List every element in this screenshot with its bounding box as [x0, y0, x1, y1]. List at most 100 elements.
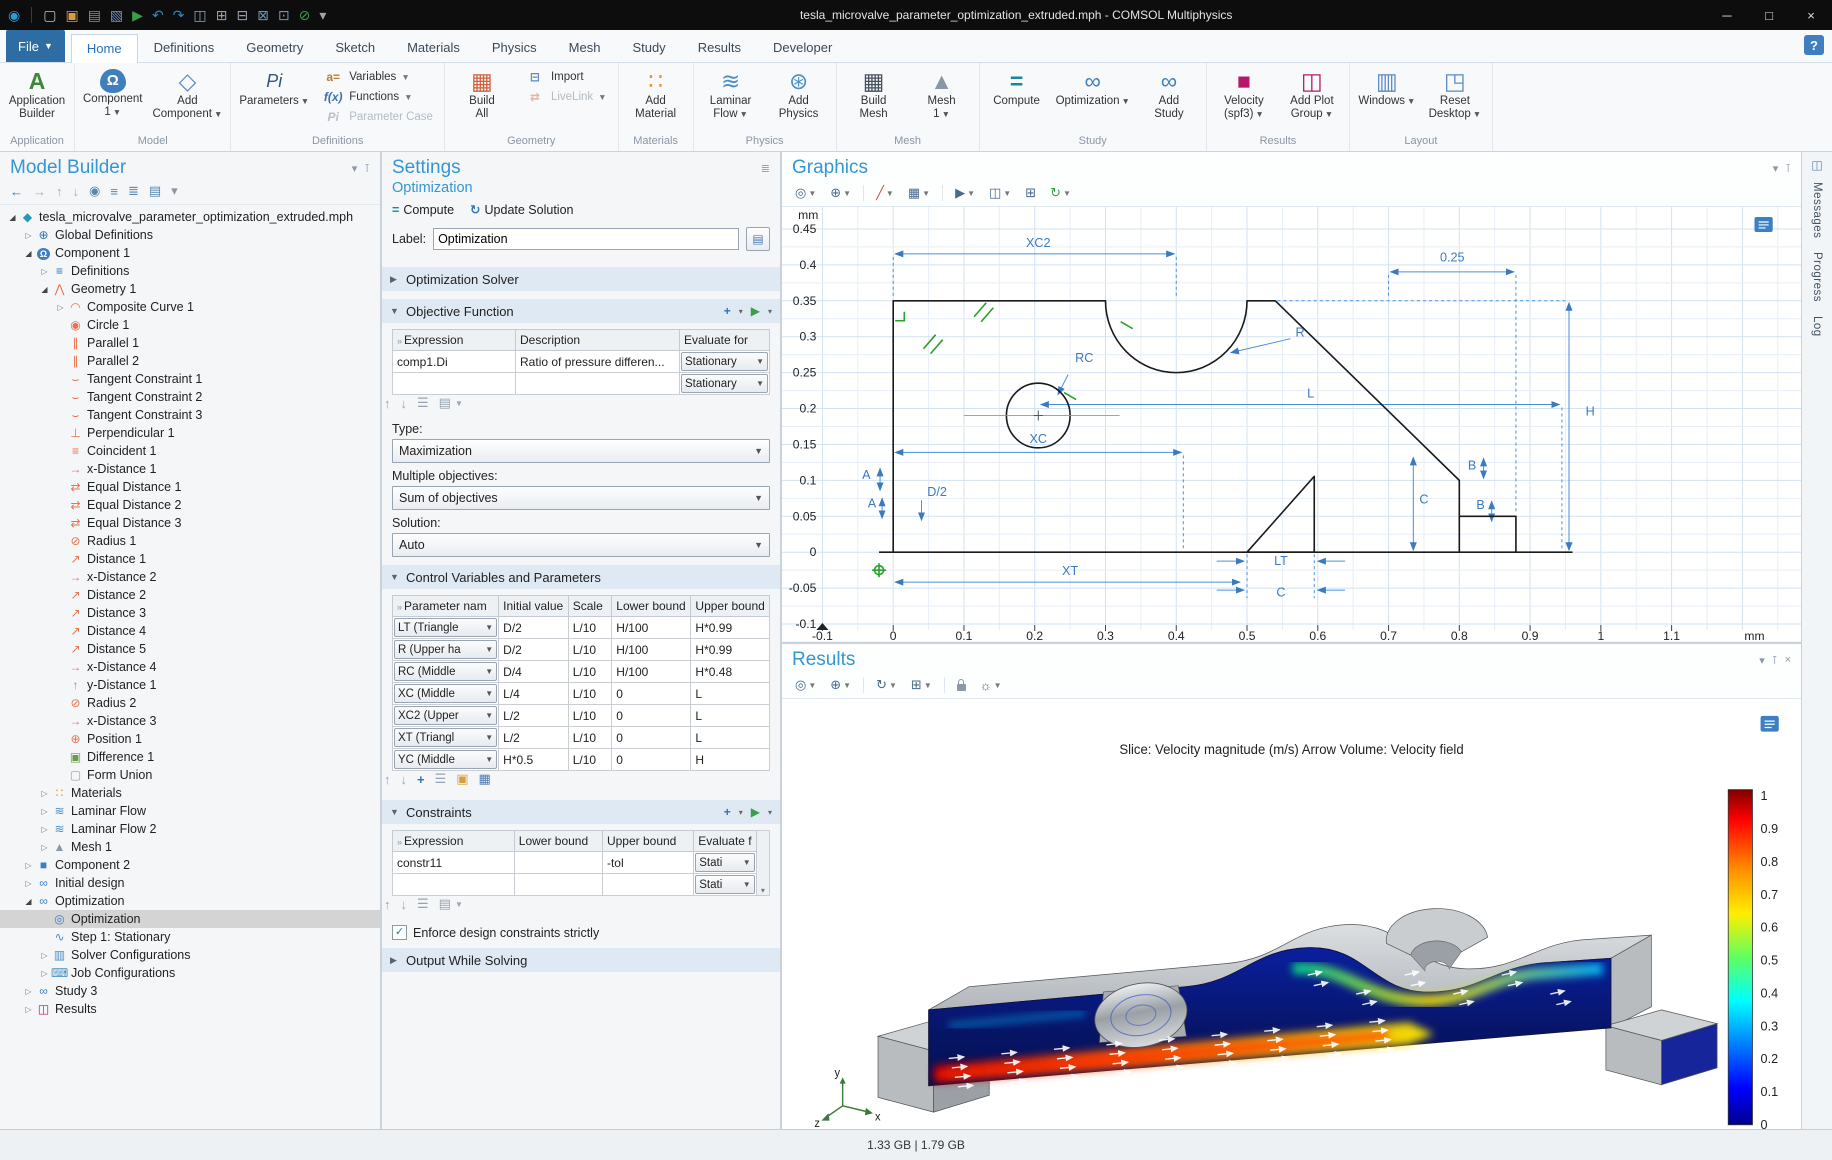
- table-cell[interactable]: 0: [612, 683, 691, 705]
- undo-icon[interactable]: ↶: [152, 8, 164, 22]
- tree-item-distance-1[interactable]: ↗Distance 1: [0, 550, 380, 568]
- tree-item-y-distance-1[interactable]: ↑y-Distance 1: [0, 676, 380, 694]
- table-cell[interactable]: [393, 874, 515, 896]
- table-cell[interactable]: H: [691, 749, 770, 771]
- type-select[interactable]: Maximization▼: [392, 439, 770, 463]
- tree-item-distance-5[interactable]: ↗Distance 5: [0, 640, 380, 658]
- velocity-slice-plot[interactable]: Slice: Velocity magnitude (m/s) Arrow Vo…: [782, 699, 1801, 1129]
- table-cell[interactable]: H/100: [612, 617, 691, 639]
- copy-image-icon[interactable]: ◫▼: [984, 183, 1016, 203]
- evaluate-for-select[interactable]: Stationary▼: [681, 352, 768, 371]
- table-cell[interactable]: H/100: [612, 661, 691, 683]
- tree-item-distance-4[interactable]: ↗Distance 4: [0, 622, 380, 640]
- zoom-icon[interactable]: ◎▼: [790, 183, 821, 203]
- redo-icon[interactable]: ↷: [173, 8, 185, 22]
- tree-item-laminar-flow[interactable]: ▷≋Laminar Flow: [0, 802, 380, 820]
- move-down-icon[interactable]: ↓: [401, 897, 408, 912]
- select-icon[interactable]: ⊡: [278, 8, 290, 22]
- add-row-icon[interactable]: +: [417, 772, 425, 787]
- tab-definitions[interactable]: Definitions: [138, 33, 231, 62]
- add-objective-menu[interactable]: ▾: [739, 307, 743, 316]
- tree-item-coincident-1[interactable]: ≡Coincident 1: [0, 442, 380, 460]
- parameter-select[interactable]: RC (Middle▼: [394, 662, 497, 681]
- table-cell[interactable]: L/10: [568, 727, 612, 749]
- laminar-flow-button[interactable]: ≋LaminarFlow▼: [697, 66, 765, 134]
- table-cell[interactable]: L/10: [568, 661, 612, 683]
- table-cell[interactable]: L/10: [568, 639, 612, 661]
- forward-icon[interactable]: →: [33, 184, 46, 199]
- tree-item-perpendicular-1[interactable]: ⊥Perpendicular 1: [0, 424, 380, 442]
- tree-expander-icon[interactable]: ▷: [38, 969, 51, 978]
- load-objective-menu[interactable]: ▾: [768, 307, 772, 316]
- table-cell[interactable]: Ratio of pressure differen...: [516, 351, 680, 373]
- tree-expander-icon[interactable]: ▷: [22, 861, 35, 870]
- delete-row-icon[interactable]: ☰: [417, 896, 429, 912]
- scroll-down-arrow[interactable]: ▾: [757, 886, 769, 895]
- update-plot-icon[interactable]: ↻▼: [871, 675, 902, 695]
- label-id-button[interactable]: ▤: [746, 227, 770, 251]
- parameter-select[interactable]: YC (Middle▼: [394, 750, 497, 769]
- pin-icon[interactable]: ⊺: [1785, 162, 1791, 175]
- comsol-logo-icon[interactable]: ◉: [8, 8, 20, 22]
- parameter-select[interactable]: XT (Triangl▼: [394, 728, 497, 747]
- tree-item-solver-configurations[interactable]: ▷▥Solver Configurations: [0, 946, 380, 964]
- tree-item-step-1-stationary[interactable]: ∿Step 1: Stationary: [0, 928, 380, 946]
- panel-menu-icon[interactable]: ▾: [1759, 654, 1765, 667]
- solution-select[interactable]: Auto▼: [392, 533, 770, 557]
- tree-item-x-distance-2[interactable]: →x-Distance 2: [0, 568, 380, 586]
- table-cell[interactable]: L/10: [568, 705, 612, 727]
- tree-expander-icon[interactable]: ◢: [38, 285, 51, 294]
- table-icon[interactable]: ⊞▼: [906, 675, 937, 695]
- table-cell[interactable]: L/10: [568, 749, 612, 771]
- tree-item-radius-2[interactable]: ⊘Radius 2: [0, 694, 380, 712]
- paste-icon[interactable]: ⊞: [216, 8, 228, 22]
- tree-expander-icon[interactable]: ▷: [22, 987, 35, 996]
- multiple-objectives-select[interactable]: Sum of objectives▼: [392, 486, 770, 510]
- tree-item-geometry-1[interactable]: ◢⋀Geometry 1: [0, 280, 380, 298]
- table-cell[interactable]: L: [691, 683, 770, 705]
- table-cell[interactable]: L: [691, 727, 770, 749]
- find-icon[interactable]: ⊘: [299, 8, 311, 22]
- tree-item-difference-1[interactable]: ▣Difference 1: [0, 748, 380, 766]
- delete-row-icon[interactable]: ☰: [417, 395, 429, 411]
- tree-item-tesla-microvalve-parameter-optimization-extruded-mph[interactable]: ◢◆tesla_microvalve_parameter_optimizatio…: [0, 208, 380, 226]
- tab-materials[interactable]: Materials: [391, 33, 476, 62]
- load-constraint-menu[interactable]: ▾: [768, 808, 772, 817]
- table-cell[interactable]: H*0.99: [691, 617, 770, 639]
- tree-item-job-configurations[interactable]: ▷⌨Job Configurations: [0, 964, 380, 982]
- table-more-icon[interactable]: ▤: [439, 395, 451, 411]
- close-icon[interactable]: ×: [1785, 654, 1791, 667]
- tab-developer[interactable]: Developer: [757, 33, 848, 62]
- evaluate-for-select[interactable]: Stationary▼: [681, 374, 768, 393]
- table-cell[interactable]: L/2: [499, 727, 569, 749]
- application-builder-button[interactable]: AApplicationBuilder: [3, 66, 71, 134]
- tree-item-study-3[interactable]: ▷∞Study 3: [0, 982, 380, 1000]
- tree-expander-icon[interactable]: ◢: [6, 213, 19, 222]
- table-cell[interactable]: D/2: [499, 617, 569, 639]
- side-tab-log[interactable]: Log: [1811, 316, 1823, 337]
- tree-expander-icon[interactable]: ◢: [22, 897, 35, 906]
- minimize-button[interactable]: ─: [1706, 0, 1748, 30]
- table-cell[interactable]: -tol: [602, 852, 693, 874]
- table-cell[interactable]: H*0.48: [691, 661, 770, 683]
- evaluate-for-select[interactable]: Stati▼: [695, 853, 754, 872]
- tree-item-parallel-2[interactable]: ∥Parallel 2: [0, 352, 380, 370]
- collapse-all-icon[interactable]: ≣: [128, 183, 139, 199]
- table-cell[interactable]: L/10: [568, 617, 612, 639]
- table-cell[interactable]: L: [691, 705, 770, 727]
- tree-item-x-distance-4[interactable]: →x-Distance 4: [0, 658, 380, 676]
- geometry-sketch[interactable]: -0.100.10.20.30.40.50.60.70.80.911.10.45…: [782, 207, 1801, 642]
- import-button[interactable]: ⊟Import: [520, 67, 611, 86]
- qat-more-icon[interactable]: ▾: [319, 8, 326, 22]
- move-down-icon[interactable]: ↓: [401, 396, 408, 411]
- tree-expander-icon[interactable]: ▷: [22, 1005, 35, 1014]
- move-up-icon[interactable]: ↑: [384, 772, 391, 787]
- tree-item-mesh-1[interactable]: ▷▲Mesh 1: [0, 838, 380, 856]
- tree-expander-icon[interactable]: ▷: [54, 303, 67, 312]
- layout-icon[interactable]: ◫: [1811, 158, 1822, 172]
- more-icon[interactable]: ▾: [171, 183, 178, 199]
- table-cell[interactable]: L/10: [568, 683, 612, 705]
- save-as-icon[interactable]: ▧: [110, 8, 123, 22]
- load-objective-icon[interactable]: ▶: [751, 304, 760, 318]
- tree-item-optimization[interactable]: ◎Optimization: [0, 910, 380, 928]
